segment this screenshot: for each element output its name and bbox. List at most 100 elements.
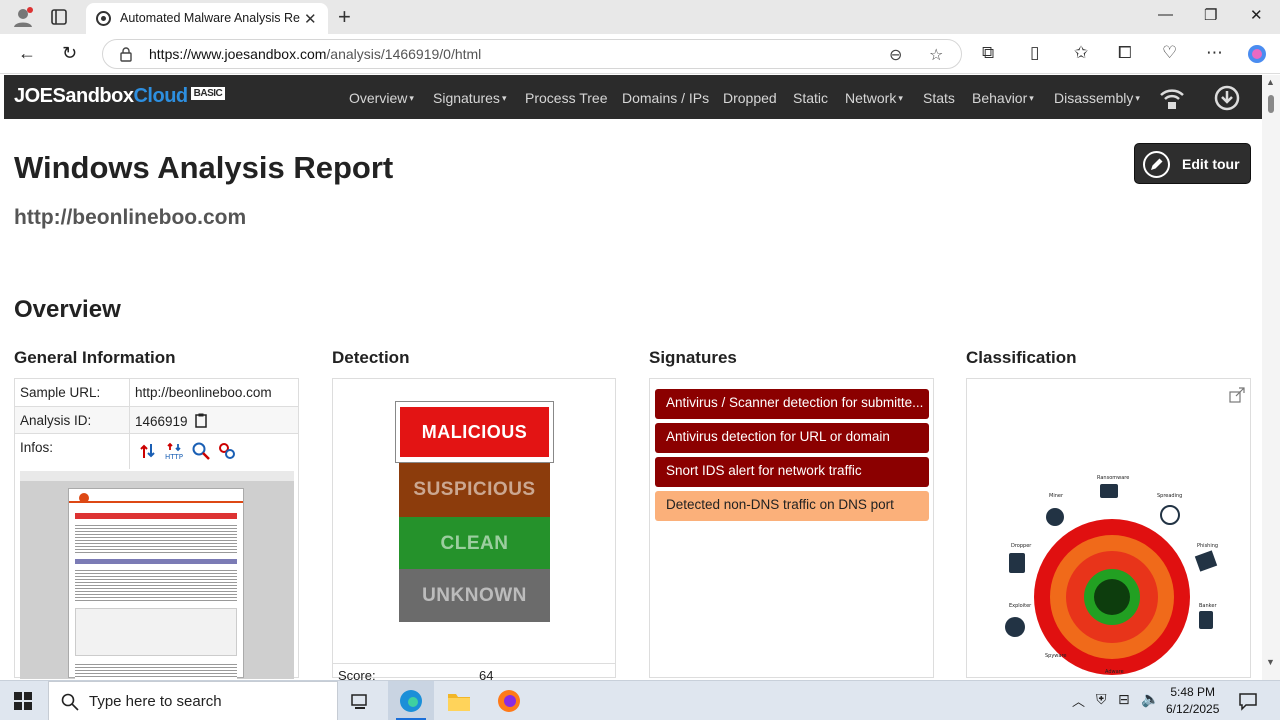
close-window-icon[interactable]: ✕ xyxy=(1250,6,1263,24)
search-analysis-icon[interactable] xyxy=(192,442,210,460)
menu-behavior[interactable]: Behavior ▾ xyxy=(972,90,1034,106)
menu-static[interactable]: Static xyxy=(793,90,828,106)
extensions-icon[interactable]: ⧉ xyxy=(982,43,994,63)
lock-icon[interactable] xyxy=(119,46,133,62)
signatures-panel: Antivirus / Scanner detection for submit… xyxy=(649,378,934,678)
class-label-dropper: Dropper xyxy=(1011,543,1032,549)
menu-domains-ips[interactable]: Domains / IPs xyxy=(622,90,709,106)
windows-taskbar: Type here to search ︿ ⛨ ⊟ 🔈 5:48 PM 6/12… xyxy=(0,680,1280,720)
level-suspicious: SUSPICIOUS xyxy=(399,463,550,517)
class-label-ransomware: Ransomware xyxy=(1097,475,1129,481)
classification-radar-chart[interactable]: Ransomware Miner Spreading Dropper Phish… xyxy=(967,459,1251,678)
signature-item[interactable]: Detected non-DNS traffic on DNS port xyxy=(655,491,929,521)
detection-panel: MALICIOUS SUSPICIOUS CLEAN UNKNOWN Score… xyxy=(332,378,616,683)
download-icon[interactable] xyxy=(1214,85,1240,111)
analyzed-url-heading: http://beonlineboo.com xyxy=(14,206,247,229)
miner-icon xyxy=(1046,508,1064,526)
clipboard-icon[interactable] xyxy=(195,413,208,428)
windows-start-icon[interactable] xyxy=(14,692,32,710)
ransomware-icon xyxy=(1100,484,1118,498)
joesandbox-favicon-icon xyxy=(96,11,111,26)
volume-icon[interactable]: 🔈 xyxy=(1141,690,1160,708)
menu-process-tree[interactable]: Process Tree xyxy=(525,90,607,106)
split-screen-icon[interactable]: ▯ xyxy=(1030,43,1039,63)
detection-heading: Detection xyxy=(332,348,410,367)
restore-icon[interactable]: ❐ xyxy=(1204,6,1217,24)
scroll-thumb[interactable] xyxy=(1268,95,1274,113)
file-explorer-icon[interactable] xyxy=(447,690,471,712)
class-label-phishing: Phishing xyxy=(1197,543,1218,549)
page-scrollbar[interactable]: ▲ ▼ xyxy=(1262,75,1280,680)
class-label-exploiter: Exploiter xyxy=(1009,603,1032,609)
general-information-heading: General Information xyxy=(14,348,176,367)
search-icon xyxy=(61,693,79,711)
menu-network[interactable]: Network ▾ xyxy=(845,90,903,106)
level-clean: CLEAN xyxy=(399,517,550,571)
pencil-icon xyxy=(1143,151,1170,178)
infos-row: Infos: HTTP xyxy=(15,434,298,469)
favorites-icon[interactable]: ✩ xyxy=(1074,43,1088,63)
level-malicious: MALICIOUS xyxy=(395,401,554,463)
taskbar-edge-app[interactable] xyxy=(388,681,434,720)
show-hidden-icons-icon[interactable]: ︿ xyxy=(1072,691,1085,710)
score-row: Score: 64 xyxy=(333,663,615,683)
menu-signatures[interactable]: Signatures ▾ xyxy=(433,90,506,106)
svg-text:HTTP: HTTP xyxy=(165,453,183,460)
exploiter-icon xyxy=(1005,617,1025,637)
menu-dropped[interactable]: Dropped xyxy=(723,90,777,106)
taskbar-search-box[interactable]: Type here to search xyxy=(48,681,338,720)
menu-overview[interactable]: Overview ▾ xyxy=(349,90,414,106)
joesandbox-logo[interactable]: JOESandboxCloud BASIC xyxy=(14,85,226,109)
sample-screenshot[interactable] xyxy=(20,471,294,679)
scroll-up-icon[interactable]: ▲ xyxy=(1266,77,1275,87)
spreading-icon xyxy=(1160,505,1180,525)
copilot-icon[interactable] xyxy=(1246,43,1268,65)
analysis-id-value: 1466919 xyxy=(135,413,208,429)
refresh-icon[interactable]: ↻ xyxy=(62,43,77,64)
tab-actions-icon[interactable] xyxy=(50,8,68,26)
security-icon[interactable]: ⛨ xyxy=(1096,691,1107,708)
edit-tour-button[interactable]: Edit tour xyxy=(1134,143,1251,184)
site-navbar: JOESandboxCloud BASIC Overview ▾ Signature… xyxy=(4,75,1262,119)
network-updown-icon[interactable] xyxy=(139,442,157,460)
browser-essentials-icon[interactable]: ♡ xyxy=(1162,43,1177,63)
menu-disassembly[interactable]: Disassembly ▾ xyxy=(1054,90,1140,106)
http-icon[interactable]: HTTP xyxy=(165,442,185,460)
settings-more-icon[interactable]: ⋯ xyxy=(1206,43,1223,63)
taskbar-clock[interactable]: 5:48 PM 6/12/2025 xyxy=(1166,684,1219,718)
class-label-spreading: Spreading xyxy=(1157,493,1182,499)
back-icon[interactable]: ← xyxy=(18,43,36,64)
profile-icon[interactable] xyxy=(12,6,34,28)
overview-heading: Overview xyxy=(14,296,121,323)
url-text: https://www.joesandbox.com/analysis/1466… xyxy=(149,46,482,62)
live-interaction-icon[interactable] xyxy=(1159,85,1185,111)
close-tab-icon[interactable]: ✕ xyxy=(304,10,317,28)
notification-icon[interactable] xyxy=(1238,691,1258,711)
edge-icon xyxy=(400,690,422,712)
scroll-down-icon[interactable]: ▼ xyxy=(1266,657,1275,667)
address-toolbar: ← ↻ https://www.joesandbox.com/analysis/… xyxy=(0,34,1280,74)
browser-tab-bar: Automated Malware Analysis Rep ✕ + — ❐ ✕ xyxy=(0,0,1280,34)
signature-item[interactable]: Antivirus detection for URL or domain xyxy=(655,423,929,453)
class-label-banker: Banker xyxy=(1199,603,1217,609)
firefox-icon[interactable] xyxy=(497,689,521,713)
sample-url-value: http://beonlineboo.com xyxy=(135,385,272,400)
menu-stats[interactable]: Stats xyxy=(923,90,955,106)
task-view-icon[interactable] xyxy=(350,691,370,711)
sample-url-row: Sample URL: http://beonlineboo.com xyxy=(15,379,298,407)
reader-icon[interactable]: ⊖ xyxy=(889,45,902,65)
collections-icon[interactable]: ⧠ xyxy=(1118,43,1132,63)
signature-item[interactable]: Antivirus / Scanner detection for submit… xyxy=(655,389,929,419)
network-icon[interactable]: ⊟ xyxy=(1118,691,1130,708)
expand-icon[interactable] xyxy=(1229,387,1245,403)
signature-item[interactable]: Snort IDS alert for network traffic xyxy=(655,457,929,487)
address-bar[interactable]: https://www.joesandbox.com/analysis/1466… xyxy=(102,39,962,69)
browser-tab-active[interactable]: Automated Malware Analysis Rep ✕ xyxy=(86,3,328,34)
classification-panel: Ransomware Miner Spreading Dropper Phish… xyxy=(966,378,1251,678)
apache-default-page-thumbnail xyxy=(68,488,244,679)
settings-gears-icon[interactable] xyxy=(218,442,236,460)
favorite-star-icon[interactable]: ☆ xyxy=(929,45,943,65)
minimize-icon[interactable]: — xyxy=(1158,6,1173,23)
tab-title: Automated Malware Analysis Rep xyxy=(120,11,300,25)
new-tab-icon[interactable]: + xyxy=(338,4,351,30)
